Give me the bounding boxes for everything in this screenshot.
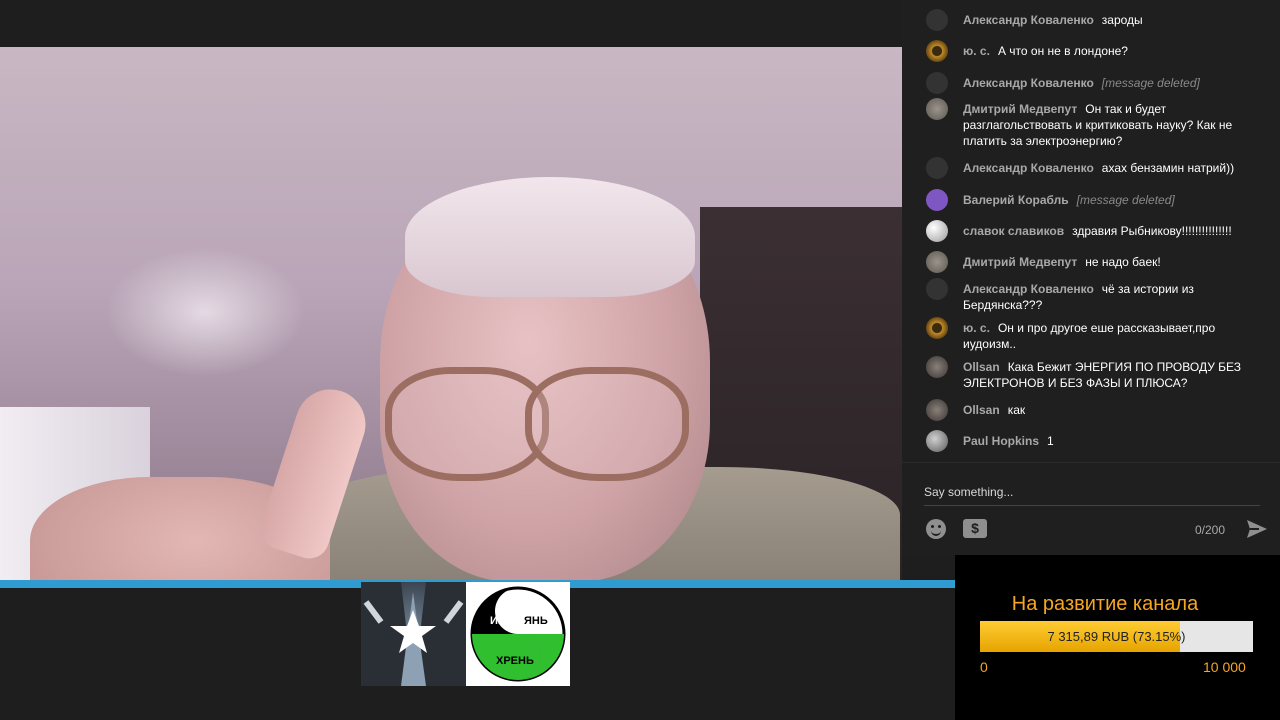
author-avatar[interactable] [926, 399, 948, 421]
chat-message: Ollsan Кака Бежит ЭНЕРГИЯ ПО ПРОВОДУ БЕЗ … [926, 356, 1256, 391]
message-author[interactable]: славок славиков [963, 224, 1064, 238]
message-author[interactable]: Дмитрий Медвепут [963, 255, 1077, 269]
author-avatar[interactable] [926, 278, 948, 300]
chat-message: Дмитрий Медвепут не надо баек! [926, 251, 1256, 273]
send-icon[interactable] [1246, 519, 1268, 539]
chat-message: ю. с. А что он не в лондоне? [926, 40, 1256, 62]
author-avatar[interactable] [926, 98, 948, 120]
message-deleted-text: [message deleted] [1101, 76, 1200, 90]
message-author[interactable]: Александр Коваленко [963, 161, 1094, 175]
message-author[interactable]: ю. с. [963, 321, 990, 335]
author-avatar[interactable] [926, 430, 948, 452]
message-deleted-text: [message deleted] [1076, 193, 1175, 207]
message-author[interactable]: Валерий Корабль [963, 193, 1069, 207]
chat-message: Александр Коваленко ахах бензамин натрий)… [926, 157, 1256, 179]
donation-progress-bar: 7 315,89 RUB (73.15%) [980, 621, 1253, 652]
donation-progress-text: 7 315,89 RUB (73.15%) [1047, 629, 1186, 644]
message-text: ахах бензамин натрий)) [1101, 161, 1235, 175]
chat-message: Валерий Корабль [message deleted] [926, 189, 1256, 211]
chat-message: Paul Hopkins 1 [926, 430, 1256, 452]
message-text: 1 [1047, 434, 1054, 448]
chat-message: Александр Коваленко чё за истории из Берд… [926, 278, 1256, 313]
chat-message: Ollsan как [926, 399, 1256, 421]
author-avatar[interactable] [926, 9, 948, 31]
superhero-star-logo [361, 582, 466, 686]
char-counter: 0/200 [1195, 523, 1226, 537]
author-avatar[interactable] [926, 72, 948, 94]
message-text: как [1007, 403, 1026, 417]
chat-message: Дмитрий Медвепут Он так и будет разглагол… [926, 98, 1256, 149]
message-text: А что он не в лондоне? [997, 44, 1128, 58]
chat-message: Александр Коваленко [message deleted] [926, 72, 1256, 94]
video-glasses-right [525, 367, 689, 481]
donation-title: На развитие канала [1011, 593, 1199, 615]
author-avatar[interactable] [926, 157, 948, 179]
video-chandelier [105, 247, 305, 377]
message-text: Кака Бежит ЭНЕРГИЯ ПО ПРОВОДУ БЕЗ ЭЛЕКТР… [963, 360, 1242, 390]
chat-message: славок славиков здравия Рыбникову!!!!!!!!… [926, 220, 1256, 242]
message-text: зароды [1101, 13, 1143, 27]
video-frame [0, 47, 902, 580]
dollar-icon[interactable]: $ [963, 519, 987, 538]
message-author[interactable]: Александр Коваленко [963, 76, 1094, 90]
message-text: не надо баек! [1085, 255, 1161, 269]
author-avatar[interactable] [926, 317, 948, 339]
message-author[interactable]: Ollsan [963, 403, 1000, 417]
chat-message-list[interactable]: Александр Коваленко зароды ю. с. А что он … [902, 0, 1280, 460]
emoji-icon[interactable] [926, 519, 946, 539]
message-author[interactable]: Александр Коваленко [963, 13, 1094, 27]
chat-input-area: Say something... $ 0/200 [902, 462, 1280, 556]
chat-input[interactable]: Say something... [924, 485, 1260, 506]
donation-max-label: 10 000 [1203, 659, 1246, 675]
message-author[interactable]: ю. с. [963, 44, 990, 58]
video-person-hair [405, 177, 695, 297]
yin-label: ИНЬ [490, 615, 514, 627]
message-author[interactable]: Александр Коваленко [963, 282, 1094, 296]
donation-min-label: 0 [980, 659, 988, 675]
author-avatar[interactable] [926, 189, 948, 211]
live-chat-panel: Александр Коваленко зароды ю. с. А что он … [902, 0, 1280, 556]
yin-yang-logo: ИНЬ ЯНЬ ХРЕНЬ [466, 582, 570, 686]
message-author[interactable]: Paul Hopkins [963, 434, 1039, 448]
author-avatar[interactable] [926, 220, 948, 242]
message-author[interactable]: Ollsan [963, 360, 1000, 374]
message-author[interactable]: Дмитрий Медвепут [963, 102, 1077, 116]
message-text: Он и про другое еше рассказывает,про иуд… [963, 321, 1216, 351]
author-avatar[interactable] [926, 40, 948, 62]
chat-message: Александр Коваленко зароды [926, 9, 1256, 31]
message-text: здравия Рыбникову!!!!!!!!!!!!!!! [1072, 224, 1232, 238]
author-avatar[interactable] [926, 356, 948, 378]
yang-label: ЯНЬ [524, 615, 548, 627]
author-avatar[interactable] [926, 251, 948, 273]
khren-label: ХРЕНЬ [496, 655, 534, 667]
donation-goal-widget: На развитие канала 7 315,89 RUB (73.15%)… [955, 555, 1280, 720]
chat-message: ю. с. Он и про другое еше рассказывает,пр… [926, 317, 1256, 352]
